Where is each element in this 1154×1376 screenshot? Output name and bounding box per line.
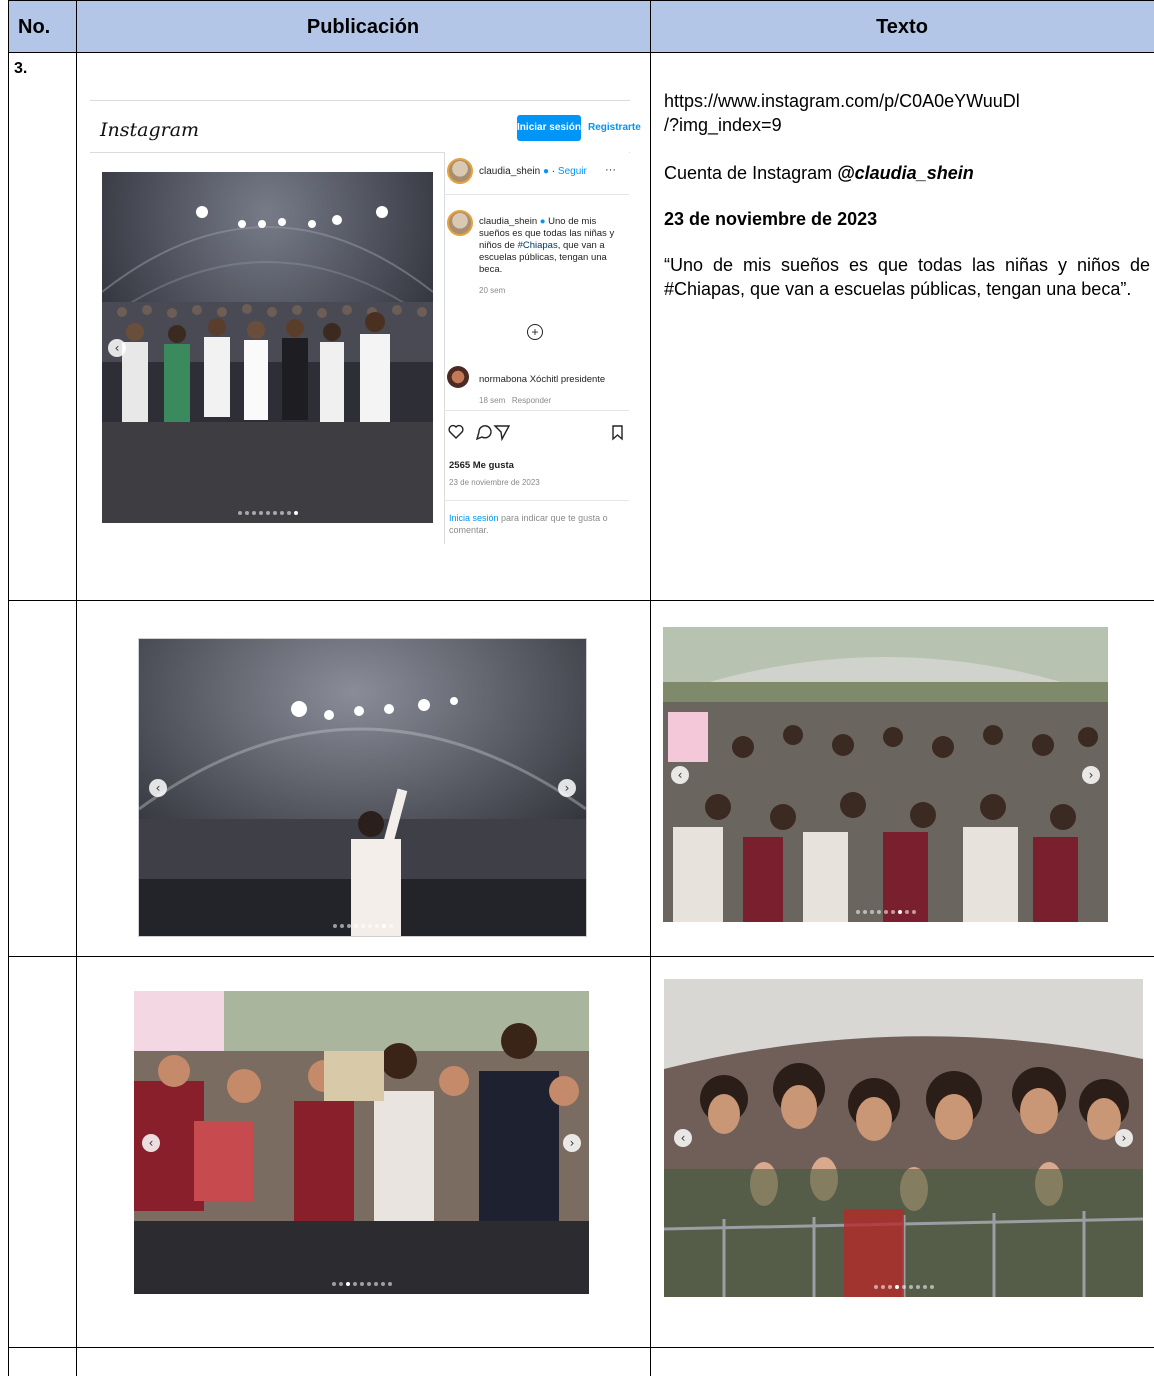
post-date: 23 de noviembre de 2023 [449, 478, 540, 487]
stage-illustration [139, 639, 586, 936]
account-line: Cuenta de Instagram @claudia_shein [664, 161, 1150, 185]
table-border [8, 600, 1154, 601]
table-border [8, 1347, 1154, 1348]
carousel-dots [855, 910, 916, 914]
table-border [8, 0, 1154, 1]
carousel-dots [237, 511, 298, 515]
carousel-dots [332, 924, 393, 928]
post-date-text: 23 de noviembre de 2023 [664, 209, 878, 229]
post-url-line2[interactable]: /?img_index=9 [664, 113, 1150, 137]
post-side-panel: claudia_shein ● · Seguir ··· claudia_she… [445, 152, 629, 544]
bookmark-icon[interactable] [612, 425, 623, 441]
caption-username[interactable]: claudia_shein [479, 216, 537, 227]
login-button[interactable]: Iniciar sesión [517, 115, 581, 141]
header-publicacion: Publicación [306, 16, 420, 38]
texto-cell: https://www.instagram.com/p/C0A0eYWuuDl … [664, 89, 1150, 301]
add-comment-icon[interactable]: + [527, 324, 543, 340]
crowd-illustration [663, 627, 1108, 922]
action-bar [448, 424, 623, 442]
register-link[interactable]: Registrarte [588, 122, 641, 133]
account-handle: @claudia_shein [837, 163, 974, 183]
next-arrow-icon[interactable]: › [563, 1133, 581, 1152]
carousel-dots [873, 1285, 934, 1289]
post-header: claudia_shein ● · Seguir [479, 166, 587, 177]
follow-button[interactable]: Seguir [558, 166, 587, 177]
instagram-logo: Instagram [100, 119, 200, 141]
reply-link[interactable]: Responder [512, 396, 551, 405]
post-photo-4: ‹ › [134, 991, 589, 1294]
row-number: 3. [14, 60, 28, 77]
quote-text: “Uno de mis sueños es que todas las niña… [664, 255, 1150, 299]
caption-age: 20 sem [479, 286, 506, 295]
stage-illustration [102, 172, 433, 523]
prev-arrow-icon[interactable]: ‹ [671, 765, 689, 784]
table-border [8, 0, 9, 1376]
comment: normabona Xóchitl presidente [479, 374, 605, 385]
panel-divider [445, 500, 629, 501]
prev-arrow-icon[interactable]: ‹ [142, 1133, 160, 1152]
prev-arrow-icon[interactable]: ‹ [674, 1129, 692, 1147]
header-no: No. [18, 16, 51, 38]
crowd-illustration [664, 979, 1143, 1297]
share-icon[interactable] [493, 425, 511, 442]
comment-text: Xóchitl presidente [529, 374, 606, 385]
likes-count: 2565 Me gusta [449, 460, 514, 471]
post-url-line1[interactable]: https://www.instagram.com/p/C0A0eYWuuDl [664, 89, 1150, 113]
next-arrow-icon[interactable]: › [1115, 1129, 1133, 1147]
comment-meta: 18 sem Responder [479, 396, 551, 405]
heart-icon[interactable] [448, 424, 464, 439]
panel-divider [445, 410, 629, 411]
post-photo-2: ‹ › [138, 638, 587, 937]
caption: claudia_shein ● Uno de mis sueños es que… [479, 216, 625, 276]
verified-icon: ● [539, 216, 546, 227]
panel-divider [445, 194, 629, 195]
carousel-dots [331, 1282, 392, 1286]
table-border [76, 0, 77, 1376]
table-border [650, 0, 651, 1376]
prev-arrow-icon[interactable]: ‹ [108, 338, 126, 357]
post-photo-main: ‹ [102, 172, 433, 523]
panel-border [444, 152, 445, 544]
login-prompt: Inicia sesión para indicar que te gusta … [449, 512, 625, 536]
table-border [8, 956, 1154, 957]
prev-arrow-icon[interactable]: ‹ [149, 778, 167, 797]
verified-icon: ● [542, 166, 549, 177]
comment-username[interactable]: normabona [479, 374, 527, 385]
username[interactable]: claudia_shein [479, 166, 540, 177]
ig-top-divider [90, 100, 630, 101]
next-arrow-icon[interactable]: › [1082, 765, 1100, 784]
comment-icon[interactable] [475, 425, 492, 441]
next-arrow-icon[interactable]: › [558, 778, 576, 797]
more-options-icon[interactable]: ··· [605, 164, 616, 176]
header-texto: Texto [876, 16, 928, 38]
account-prefix: Cuenta de Instagram [664, 163, 838, 183]
login-link[interactable]: Inicia sesión [449, 513, 499, 523]
comment-avatar [447, 366, 469, 388]
table-border [8, 52, 1154, 53]
avatar [447, 158, 473, 184]
comment-age: 18 sem [479, 396, 506, 405]
hashtag-link[interactable]: #Chiapas [518, 240, 558, 251]
crowd-illustration [134, 991, 589, 1294]
post-photo-5: ‹ › [664, 979, 1143, 1297]
avatar [447, 210, 473, 236]
post-photo-3: ‹ › [663, 627, 1108, 922]
